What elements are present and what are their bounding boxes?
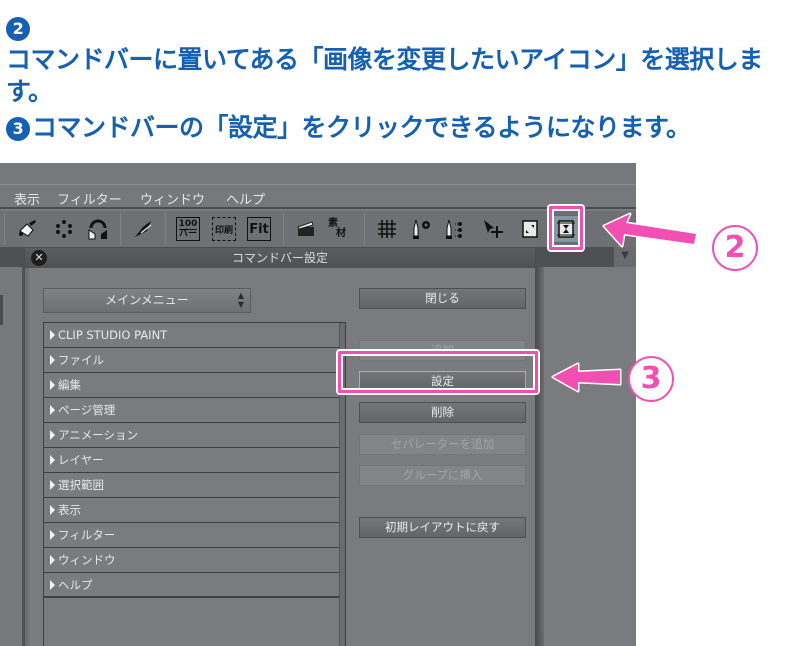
toolbar-separator	[4, 213, 5, 245]
highlight-settings-button	[338, 351, 538, 393]
menu-tree: CLIP STUDIO PAINT ファイル 編集 ページ管理 アニメーション …	[43, 322, 346, 646]
insert-group-button[interactable]: グループに挿入	[359, 465, 526, 486]
command-bar: 100 バー 印刷 Fit 素材	[0, 211, 636, 247]
tree-item-label: 編集	[58, 378, 81, 392]
close-button[interactable]: 閉じる	[359, 288, 526, 309]
tree-item[interactable]: レイヤー	[44, 448, 339, 473]
expand-triangle-icon	[50, 455, 55, 465]
delete-button[interactable]: 削除	[359, 402, 526, 423]
expand-triangle-icon	[50, 480, 55, 490]
instruction-step-3: 3 コマンドバーの「設定」をクリックできるようになります。	[6, 112, 691, 144]
tree-item[interactable]: アニメーション	[44, 423, 339, 448]
left-panel	[0, 267, 24, 646]
grid-icon[interactable]	[375, 217, 399, 241]
menu-bar: 表示 フィルター ウィンドウ ヘルプ	[0, 185, 636, 209]
tree-item-label: ヘルプ	[58, 578, 93, 592]
highlight-selected-icon	[549, 206, 583, 250]
arrow-icon-step3	[551, 362, 622, 393]
step-number-badge: 3	[6, 117, 30, 141]
expand-triangle-icon	[50, 355, 55, 365]
tree-item[interactable]: ファイル	[44, 348, 339, 373]
reset-layout-button[interactable]: 初期レイアウトに戻す	[359, 517, 526, 538]
menu-category-select[interactable]: メインメニュー ▲ ▼	[43, 288, 251, 313]
panel-knob	[0, 295, 3, 325]
tree-item-label: レイヤー	[58, 453, 104, 467]
fit-icon[interactable]: Fit	[247, 217, 271, 241]
expand-triangle-icon	[50, 430, 55, 440]
expand-triangle-icon	[50, 380, 55, 390]
toolbar-separator	[120, 213, 121, 245]
app-screenshot: 表示 フィルター ウィンドウ ヘルプ 100 バー 印刷 Fit 素材 ▼ ✕ …	[0, 163, 636, 646]
tree-item-label: 表示	[58, 503, 81, 517]
title-strip	[0, 163, 636, 185]
menu-window[interactable]: ウィンドウ	[140, 189, 205, 208]
toolbar-separator	[283, 213, 284, 245]
expand-triangle-icon	[50, 405, 55, 415]
transform-icon[interactable]	[481, 217, 505, 241]
zoom-100-icon[interactable]: 100 バー	[176, 217, 200, 241]
step-2-marker: 2	[712, 225, 758, 271]
tree-item[interactable]: フィルター	[44, 523, 339, 548]
tree-item[interactable]: ページ管理	[44, 398, 339, 423]
add-separator-button[interactable]: セパレーターを追加	[359, 434, 526, 455]
menu-help[interactable]: ヘルプ	[226, 189, 265, 208]
arrow-icon-step2	[602, 212, 698, 248]
select-value: メインメニュー	[105, 293, 189, 307]
dots-icon[interactable]	[52, 217, 76, 241]
instruction-step-2: 2 コマンドバーに置いてある「画像を変更したいアイコン」を選択します。	[6, 12, 800, 108]
tree-item[interactable]: 表示	[44, 498, 339, 523]
tree-item-label: ファイル	[58, 353, 104, 367]
frame-icon[interactable]	[518, 217, 542, 241]
tree-item-label: 選択範囲	[58, 478, 104, 492]
expand-triangle-icon	[50, 505, 55, 515]
tree-item-label: アニメーション	[58, 428, 139, 442]
tree-item-label: ページ管理	[58, 403, 116, 417]
print-size-icon[interactable]: 印刷	[212, 217, 236, 241]
expand-triangle-icon	[50, 580, 55, 590]
tree-item-label: ウィンドウ	[58, 553, 116, 567]
fill-icon[interactable]	[16, 217, 40, 241]
step-number-badge: 2	[6, 17, 30, 41]
right-pane	[544, 267, 636, 646]
tree-item[interactable]: ウィンドウ	[44, 548, 339, 573]
tree-item[interactable]: 編集	[44, 373, 339, 398]
toolbar-separator	[364, 213, 365, 245]
animation-icon[interactable]	[294, 217, 318, 241]
step-3-marker: 3	[628, 356, 674, 402]
dialog-titlebar: ✕ コマンドバー設定	[25, 248, 535, 268]
toolbar-separator	[165, 213, 166, 245]
command-bar-settings-dialog: ✕ コマンドバー設定 メインメニュー ▲ ▼ CLIP STUDIO PAINT …	[24, 247, 536, 646]
tool-settings-icon[interactable]	[410, 217, 434, 241]
instruction-text: コマンドバーに置いてある「画像を変更したいアイコン」を選択します。	[6, 45, 763, 106]
tree-item[interactable]: ヘルプ	[44, 573, 339, 598]
rotate-icon[interactable]	[86, 217, 110, 241]
tree-item[interactable]: 選択範囲	[44, 473, 339, 498]
expand-triangle-icon	[50, 330, 55, 340]
tree-item-label: フィルター	[58, 528, 116, 542]
pen-icon[interactable]	[132, 217, 156, 241]
tree-item[interactable]: CLIP STUDIO PAINT	[44, 323, 339, 348]
menu-filter[interactable]: フィルター	[57, 189, 122, 208]
updown-arrows-icon: ▲ ▼	[237, 291, 245, 309]
menu-view[interactable]: 表示	[14, 189, 40, 208]
expand-triangle-icon	[50, 555, 55, 565]
instruction-text: コマンドバーの「設定」をクリックできるようになります。	[32, 113, 691, 142]
dialog-shadow	[536, 267, 544, 646]
dialog-body: メインメニュー ▲ ▼ CLIP STUDIO PAINT ファイル 編集 ページ…	[25, 268, 535, 646]
tool-property-icon[interactable]	[443, 217, 467, 241]
dialog-title: コマンドバー設定	[231, 251, 328, 265]
expand-triangle-icon	[50, 530, 55, 540]
material-icon[interactable]: 素材	[328, 217, 352, 241]
tree-item-label: CLIP STUDIO PAINT	[58, 328, 168, 342]
